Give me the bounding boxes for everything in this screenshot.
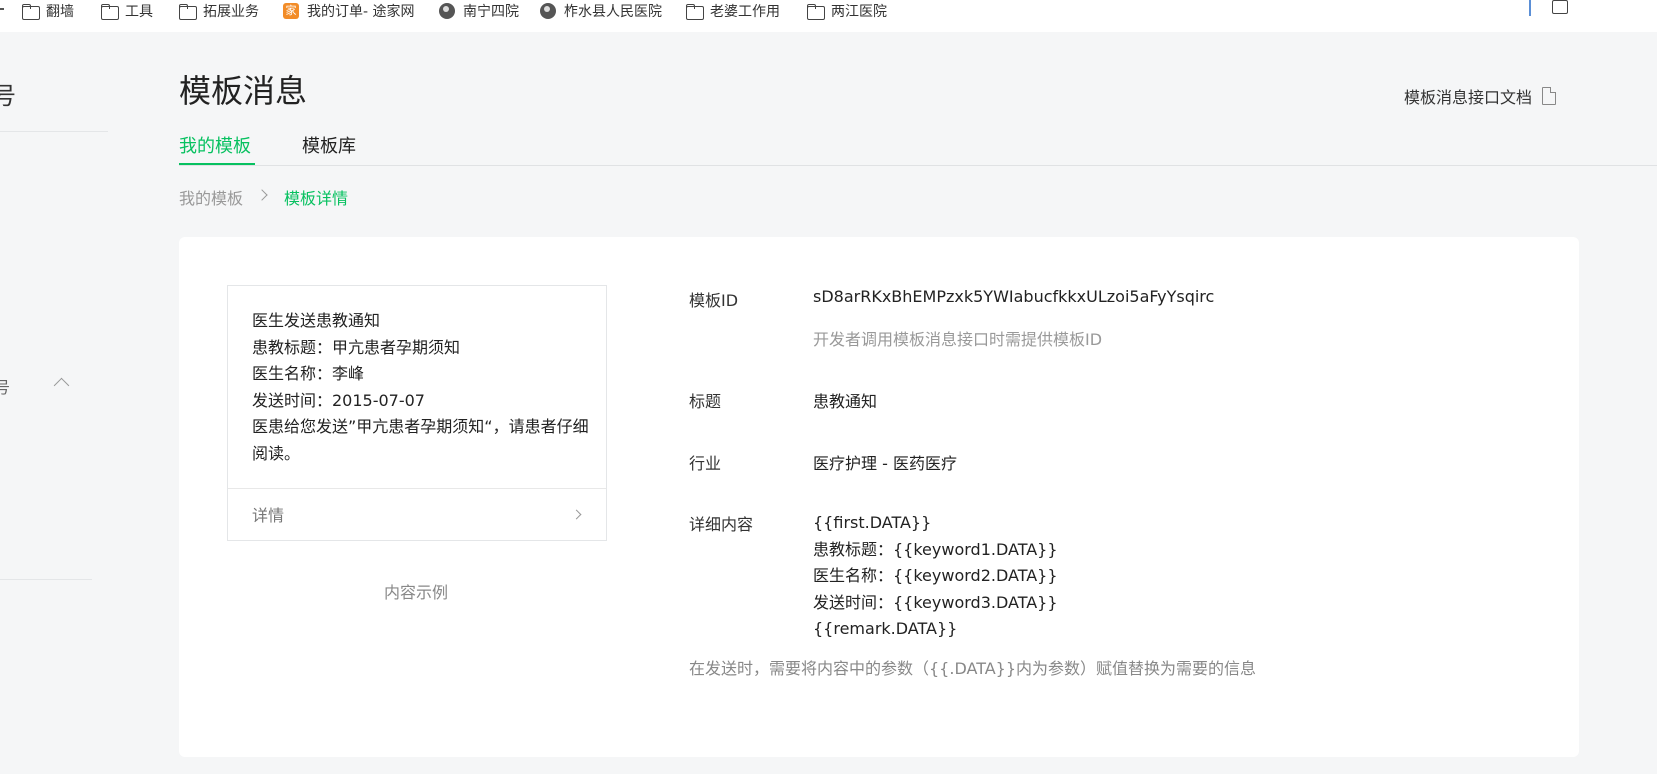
bookmark-label: 南宁四院: [463, 4, 519, 20]
message-preview: 医生发送患教通知 患教标题：甲亢患者孕期须知 医生名称：李峰 发送时间：2015…: [227, 285, 607, 541]
api-doc-link[interactable]: 模板消息接口文档: [1404, 84, 1557, 108]
api-doc-link-label: 模板消息接口文档: [1404, 88, 1533, 107]
globe-icon: [540, 3, 556, 19]
industry-value: 医疗护理 - 医药医疗: [813, 454, 957, 473]
folder-icon: [22, 3, 40, 20]
bookmark-label: 我的订单- 途家网: [307, 4, 415, 20]
bookmark-zhashui-hospital[interactable]: 柞水县人民医院: [540, 0, 662, 22]
bookmark-label: 两江医院: [831, 4, 887, 20]
content-line: 医生名称：{{keyword2.DATA}}: [813, 566, 1058, 585]
globe-icon: [439, 3, 455, 19]
bookmark-folder-expansion[interactable]: 拓展业务: [179, 0, 259, 22]
tab-bar-divider: [179, 165, 1657, 166]
chevron-right-icon: [256, 189, 268, 201]
title-label: 标题: [689, 392, 722, 411]
bookmark-tujia-orders[interactable]: 家 我的订单- 途家网: [283, 0, 415, 22]
preview-line: 发送时间：2015-07-07: [252, 390, 425, 410]
breadcrumb-parent[interactable]: 我的模板: [179, 185, 243, 209]
bookmark-overflow-edge: [0, 8, 4, 10]
preview-body: 医生发送患教通知 患教标题：甲亢患者孕期须知 医生名称：李峰 发送时间：2015…: [252, 308, 592, 467]
parameter-note: 在发送时，需要将内容中的参数（{{.DATA}}内为参数）赋值替换为需要的信息: [689, 659, 1257, 678]
bookmark-label: 柞水县人民医院: [564, 4, 662, 20]
preview-caption: 内容示例: [384, 583, 449, 602]
folder-icon[interactable]: [1552, 0, 1568, 14]
content-line: 患教标题：{{keyword1.DATA}}: [813, 539, 1058, 559]
sidebar-divider: [0, 131, 108, 132]
content-line: 发送时间：{{keyword3.DATA}}: [813, 592, 1058, 612]
page-title: 模板消息: [179, 72, 308, 110]
bookmark-folder-liangjiang[interactable]: 两江医院: [807, 0, 887, 22]
preview-line: 医患给您发送”甲亢患者孕期须知“，请患者仔细阅读。: [252, 417, 589, 463]
preview-line: 医生发送患教通知: [252, 311, 381, 330]
chevron-right-icon[interactable]: [571, 509, 582, 520]
template-id-label: 模板ID: [689, 291, 739, 310]
content-line: {{first.DATA}}: [813, 513, 932, 532]
preview-line: 患教标题：甲亢患者孕期须知: [252, 337, 461, 357]
document-icon: [1542, 87, 1557, 105]
folder-icon: [179, 3, 197, 20]
bookmarks-bar: 翻墙 工具 拓展业务 家 我的订单- 途家网 南宁四院 柞水县人民医院 老婆工作…: [0, 0, 1657, 32]
tab-template-library[interactable]: 模板库: [302, 132, 356, 158]
sidebar-fragment-glyph: 号: [0, 378, 11, 397]
folder-icon: [101, 3, 119, 20]
template-id-value: sD8arRKxBhEMPzxk5YWIabucfkkxULzoi5aFyYsq…: [813, 287, 1215, 306]
content-line: {{remark.DATA}}: [813, 619, 958, 638]
sidebar-fragment-glyph: 号: [0, 82, 16, 110]
preview-detail-link[interactable]: 详情: [252, 502, 284, 526]
tab-my-templates[interactable]: 我的模板: [179, 132, 251, 158]
bookmark-label: 拓展业务: [203, 4, 259, 20]
chevron-up-icon[interactable]: [53, 377, 70, 394]
tujia-icon: 家: [283, 3, 299, 19]
bookmark-nanning-hospital[interactable]: 南宁四院: [439, 0, 519, 22]
content-template: {{first.DATA}} 患教标题：{{keyword1.DATA}} 医生…: [813, 510, 1058, 643]
folder-icon: [807, 3, 825, 20]
bookmark-edge-marker: [1529, 0, 1531, 16]
industry-label: 行业: [689, 454, 722, 473]
title-value: 患教通知: [813, 392, 878, 411]
bookmark-folder-fanqiang[interactable]: 翻墙: [22, 0, 74, 22]
preview-divider: [228, 488, 606, 489]
breadcrumb-current: 模板详情: [284, 189, 349, 208]
sidebar-divider: [0, 579, 92, 580]
bookmark-folder-wife-work[interactable]: 老婆工作用: [686, 0, 780, 22]
bookmark-folder-tools[interactable]: 工具: [101, 0, 153, 22]
folder-icon: [686, 3, 704, 20]
content-label: 详细内容: [689, 515, 754, 534]
template-id-hint: 开发者调用模板消息接口时需提供模板ID: [813, 330, 1103, 349]
preview-line: 医生名称：李峰: [252, 364, 365, 383]
bookmark-label: 工具: [125, 4, 153, 20]
bookmark-label: 翻墙: [46, 4, 74, 20]
bookmark-label: 老婆工作用: [710, 4, 780, 20]
